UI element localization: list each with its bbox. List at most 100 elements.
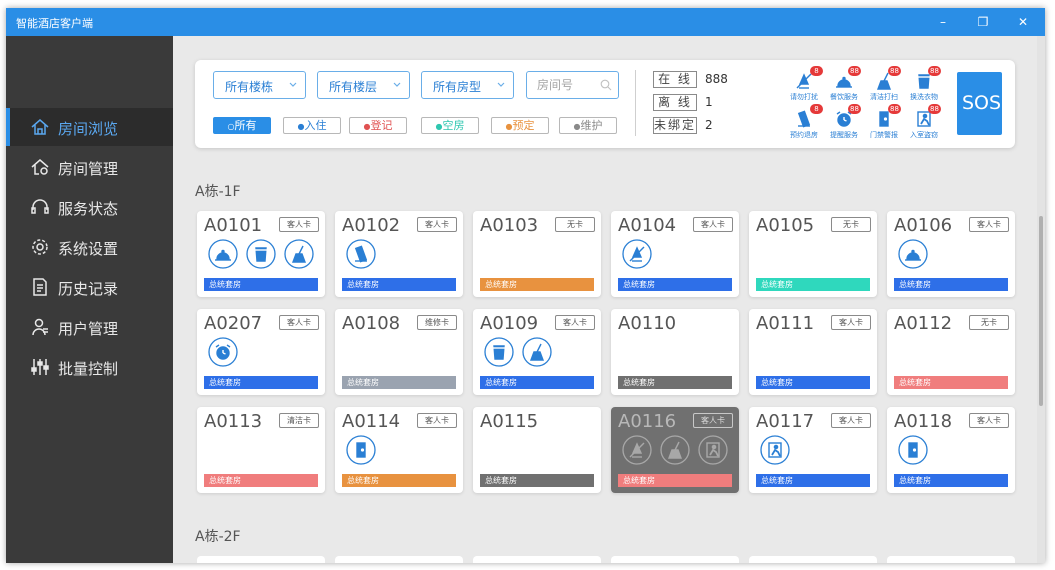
room-card[interactable]: A0108 维修卡 总统套房 <box>335 309 463 395</box>
room-search-input[interactable] <box>537 78 597 92</box>
room-card[interactable]: A0117 客人卡 总统套房 <box>749 407 877 493</box>
alarm-clock-icon <box>208 337 238 367</box>
room-card[interactable] <box>749 556 877 563</box>
room-type-bar: 总统套房 <box>756 474 870 487</box>
stat-value: 1 <box>705 95 713 109</box>
restore-button[interactable]: ❐ <box>973 12 993 32</box>
status-filter-chip[interactable]: ○所有 <box>213 117 271 134</box>
close-button[interactable]: ✕ <box>1013 12 1033 32</box>
chevron-down-icon <box>497 82 505 87</box>
sidebar-item-home[interactable]: 房间浏览 <box>6 108 173 146</box>
card-type-tag: 客人卡 <box>831 413 871 428</box>
service-label: 提醒服务 <box>830 131 858 139</box>
sidebar-item-document[interactable]: 历史记录 <box>6 268 173 306</box>
card-type-tag: 客人卡 <box>417 217 457 232</box>
sidebar-item-label: 系统设置 <box>58 240 119 258</box>
room-card[interactable]: A0112 无卡 总统套房 <box>887 309 1015 395</box>
status-filter-chip[interactable]: ●空房 <box>421 117 479 134</box>
room-card[interactable] <box>197 556 325 563</box>
room-card[interactable]: A0109 客人卡 总统套房 <box>473 309 601 395</box>
room-card[interactable]: A0106 客人卡 总统套房 <box>887 211 1015 297</box>
service-door-alarm[interactable]: 88 门禁警报 <box>862 104 906 140</box>
building-dropdown[interactable]: 所有楼栋 <box>213 71 306 99</box>
room-card[interactable] <box>611 556 739 563</box>
stat-value: 2 <box>705 118 713 132</box>
service-do-not-disturb[interactable]: 8 请勿打扰 <box>782 66 826 102</box>
service-dining-bell[interactable]: 88 餐饮服务 <box>822 66 866 102</box>
room-number: A0116 <box>618 411 677 432</box>
laundry-icon <box>246 239 276 269</box>
dining-bell-icon <box>898 239 928 269</box>
scrollbar-thumb[interactable] <box>1039 216 1043 406</box>
card-type-tag: 无卡 <box>831 217 871 232</box>
room-card[interactable]: A0115 总统套房 <box>473 407 601 493</box>
room-card[interactable]: A0207 客人卡 总统套房 <box>197 309 325 395</box>
room-type-bar: 总统套房 <box>894 474 1008 487</box>
card-type-tag: 无卡 <box>555 217 595 232</box>
room-type-bar: 总统套房 <box>618 474 732 487</box>
room-card[interactable]: A0118 客人卡 总统套房 <box>887 407 1015 493</box>
sidebar-item-gear[interactable]: 系统设置 <box>6 228 173 266</box>
status-filter-chip[interactable]: ●预定 <box>491 117 549 134</box>
building-dropdown-label: 所有楼栋 <box>225 80 274 94</box>
room-type-dropdown[interactable]: 所有房型 <box>421 71 514 99</box>
main-content: 所有楼栋 所有楼层 所有房型 SOS ○所有 ●入住 ●登记 ●空房 ●预定 ●维护 在 线… <box>173 36 1045 563</box>
room-card[interactable] <box>887 556 1015 563</box>
chevron-down-icon <box>289 82 297 87</box>
room-card[interactable]: A0103 无卡 总统套房 <box>473 211 601 297</box>
sidebar-item-sliders[interactable]: 批量控制 <box>6 348 173 386</box>
notification-badge: 88 <box>848 104 861 114</box>
room-number: A0115 <box>480 411 539 432</box>
room-card[interactable]: A0105 无卡 总统套房 <box>749 211 877 297</box>
card-type-tag: 清洁卡 <box>279 413 319 428</box>
service-alarm-clock[interactable]: 88 提醒服务 <box>822 104 866 140</box>
notification-badge: 88 <box>888 104 901 114</box>
status-filter-chip[interactable]: ●维护 <box>559 117 617 134</box>
room-number: A0110 <box>618 313 677 334</box>
sidebar-item-label: 服务状态 <box>58 200 119 218</box>
stat-value: 888 <box>705 72 728 86</box>
room-type-bar: 总统套房 <box>342 278 456 291</box>
floor-label: A栋-1F <box>195 184 241 200</box>
room-card[interactable]: A0102 客人卡 总统套房 <box>335 211 463 297</box>
door-alarm-icon <box>898 435 928 465</box>
room-card[interactable]: A0116 客人卡 总统套房 <box>611 407 739 493</box>
service-label: 预约退房 <box>790 131 818 139</box>
service-label: 请勿打扰 <box>790 93 818 101</box>
room-number: A0101 <box>204 215 263 236</box>
room-card[interactable]: A0114 客人卡 总统套房 <box>335 407 463 493</box>
room-type-bar: 总统套房 <box>204 474 318 487</box>
room-card[interactable]: A0113 清洁卡 总统套房 <box>197 407 325 493</box>
checkout-icon <box>346 239 376 269</box>
room-card[interactable]: A0110 总统套房 <box>611 309 739 395</box>
room-card[interactable]: A0101 客人卡 总统套房 <box>197 211 325 297</box>
minimize-button[interactable]: – <box>933 12 953 32</box>
broom-icon <box>284 239 314 269</box>
service-intrusion[interactable]: 88 入室盗窃 <box>902 104 946 140</box>
sos-button[interactable]: SOS <box>957 72 1002 135</box>
sidebar-item-headset[interactable]: 服务状态 <box>6 188 173 226</box>
room-search-box[interactable] <box>526 71 619 99</box>
service-label: 门禁警报 <box>870 131 898 139</box>
scrollbar[interactable] <box>1037 36 1045 563</box>
filter-panel: 所有楼栋 所有楼层 所有房型 SOS ○所有 ●入住 ●登记 ●空房 ●预定 ●维护 在 线… <box>195 60 1015 148</box>
room-card[interactable]: A0111 客人卡 总统套房 <box>749 309 877 395</box>
room-card[interactable]: A0104 客人卡 总统套房 <box>611 211 739 297</box>
room-number: A0207 <box>204 313 263 334</box>
service-laundry[interactable]: 88 换洗衣物 <box>902 66 946 102</box>
service-checkout[interactable]: 8 预约退房 <box>782 104 826 140</box>
room-card[interactable] <box>335 556 463 563</box>
room-card[interactable] <box>473 556 601 563</box>
service-label: 入室盗窃 <box>910 131 938 139</box>
room-number: A0111 <box>756 313 815 334</box>
sidebar-item-home-settings[interactable]: 房间管理 <box>6 148 173 186</box>
sidebar-item-label: 用户管理 <box>58 320 119 338</box>
service-broom[interactable]: 88 清洁打扫 <box>862 66 906 102</box>
floor-dropdown[interactable]: 所有楼层 <box>317 71 410 99</box>
status-filter-chip[interactable]: ●入住 <box>283 117 341 134</box>
room-type-bar: 总统套房 <box>204 278 318 291</box>
sidebar-item-user[interactable]: 用户管理 <box>6 308 173 346</box>
status-filter-chip[interactable]: ●登记 <box>349 117 407 134</box>
room-number: A0104 <box>618 215 677 236</box>
search-icon[interactable] <box>600 79 612 91</box>
